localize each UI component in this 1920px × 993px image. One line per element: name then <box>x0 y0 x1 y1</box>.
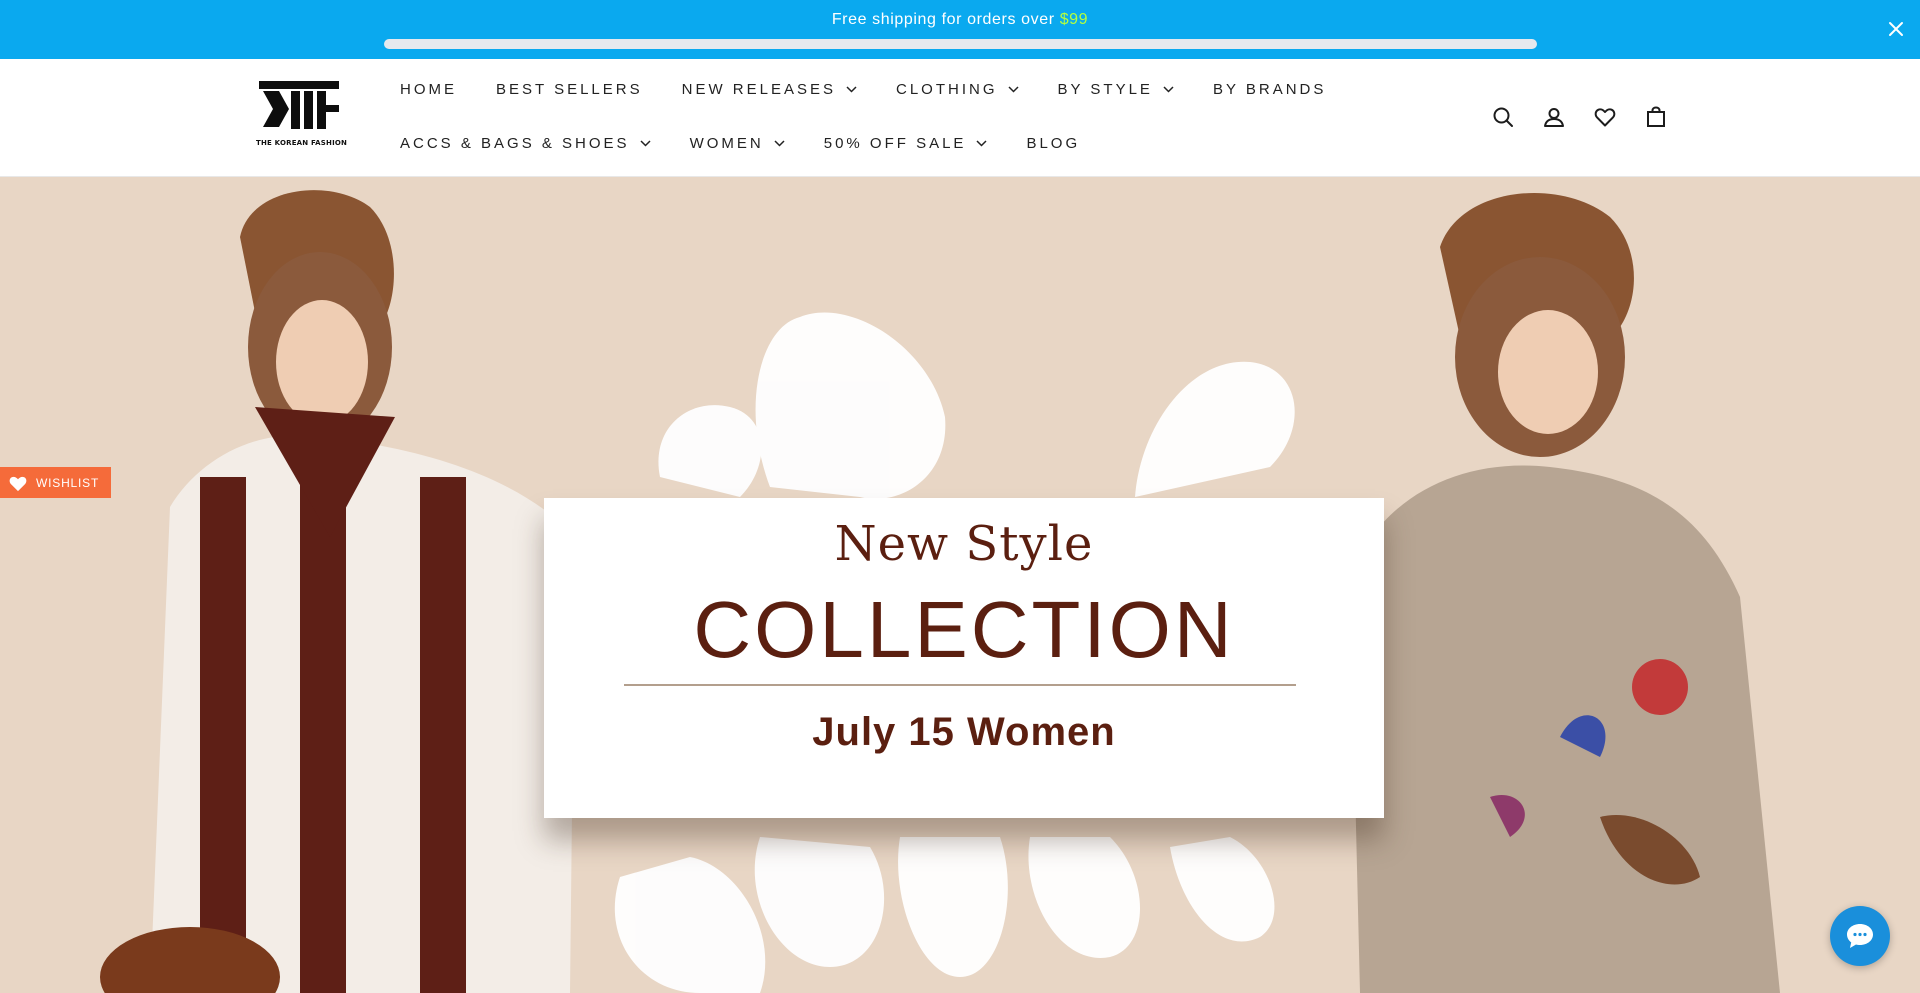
cart-bag-icon[interactable] <box>1643 104 1669 130</box>
nav-item-label: NEW RELEASES <box>681 80 836 98</box>
close-icon[interactable] <box>1884 17 1908 41</box>
site-header: THE KOREAN FASHION HOME BEST SELLERS NEW R… <box>0 59 1920 177</box>
nav-item-label: WOMEN <box>689 134 764 152</box>
nav-item-label: CLOTHING <box>896 80 998 98</box>
account-icon[interactable] <box>1541 104 1567 130</box>
site-logo[interactable]: THE KOREAN FASHION <box>256 81 348 153</box>
chevron-down-icon <box>640 139 651 147</box>
nav-item-label: BEST SELLERS <box>496 80 643 98</box>
search-icon[interactable] <box>1490 104 1516 130</box>
nav-item-best-sellers[interactable]: BEST SELLERS <box>496 81 643 98</box>
nav-item-label: BY BRANDS <box>1212 80 1327 98</box>
nav-item-accs-bags-shoes[interactable]: ACCS & BAGS & SHOES <box>400 135 651 152</box>
nav-item-label: BY STYLE <box>1057 80 1153 98</box>
nav-item-by-style[interactable]: BY STYLE <box>1058 81 1174 98</box>
chevron-down-icon <box>846 85 857 93</box>
nav-item-new-releases[interactable]: NEW RELEASES <box>682 81 857 98</box>
chevron-down-icon <box>774 139 785 147</box>
main-nav-row-1: HOME BEST SELLERS NEW RELEASES CLOTHING BY S… <box>400 77 1365 101</box>
free-shipping-progress-bar <box>384 39 1537 49</box>
wishlist-heart-icon[interactable] <box>1592 104 1618 130</box>
announcement-message: Free shipping for orders over <box>831 11 1060 28</box>
hero-divider <box>624 684 1296 686</box>
nav-item-blog[interactable]: BLOG <box>1026 135 1080 152</box>
free-shipping-amount: $99 <box>1059 11 1089 28</box>
chevron-down-icon <box>1163 85 1174 93</box>
logo-wordmark: THE KOREAN FASHION <box>256 139 348 147</box>
wishlist-tab-label: WISHLIST <box>36 475 100 490</box>
announcement-text: Free shipping for orders over $99 <box>0 11 1920 29</box>
announcement-bar: Free shipping for orders over $99 <box>0 0 1920 59</box>
logo-mark-icon <box>259 81 339 129</box>
hero-banner[interactable]: New Style COLLECTION July 15 Women <box>0 177 1920 993</box>
nav-item-50-off-sale[interactable]: 50% OFF SALE <box>824 135 988 152</box>
main-nav-row-2: ACCS & BAGS & SHOES WOMEN 50% OFF SALE BLOG <box>400 131 1119 155</box>
nav-item-home[interactable]: HOME <box>400 81 457 98</box>
wishlist-floating-tab[interactable]: WISHLIST <box>0 467 111 498</box>
nav-item-label: ACCS & BAGS & SHOES <box>400 134 630 152</box>
nav-item-label: BLOG <box>1026 134 1081 152</box>
chevron-down-icon <box>1007 85 1019 93</box>
hero-title: COLLECTION <box>693 585 1235 674</box>
hero-kicker: New Style <box>834 516 1094 572</box>
nav-item-clothing[interactable]: CLOTHING <box>896 81 1019 98</box>
chat-bubble-icon <box>1847 924 1873 948</box>
header-icons <box>1490 104 1694 130</box>
heart-icon <box>9 476 27 491</box>
chevron-down-icon <box>976 139 987 147</box>
nav-item-label: 50% OFF SALE <box>823 134 967 152</box>
hero-promo-card[interactable]: New Style COLLECTION July 15 Women <box>544 498 1384 818</box>
hero-subtitle: July 15 Women <box>812 710 1116 754</box>
nav-item-by-brands[interactable]: BY BRANDS <box>1213 81 1326 98</box>
nav-item-women[interactable]: WOMEN <box>690 135 785 152</box>
nav-item-label: HOME <box>400 80 457 98</box>
chat-launcher-button[interactable] <box>1830 906 1890 966</box>
